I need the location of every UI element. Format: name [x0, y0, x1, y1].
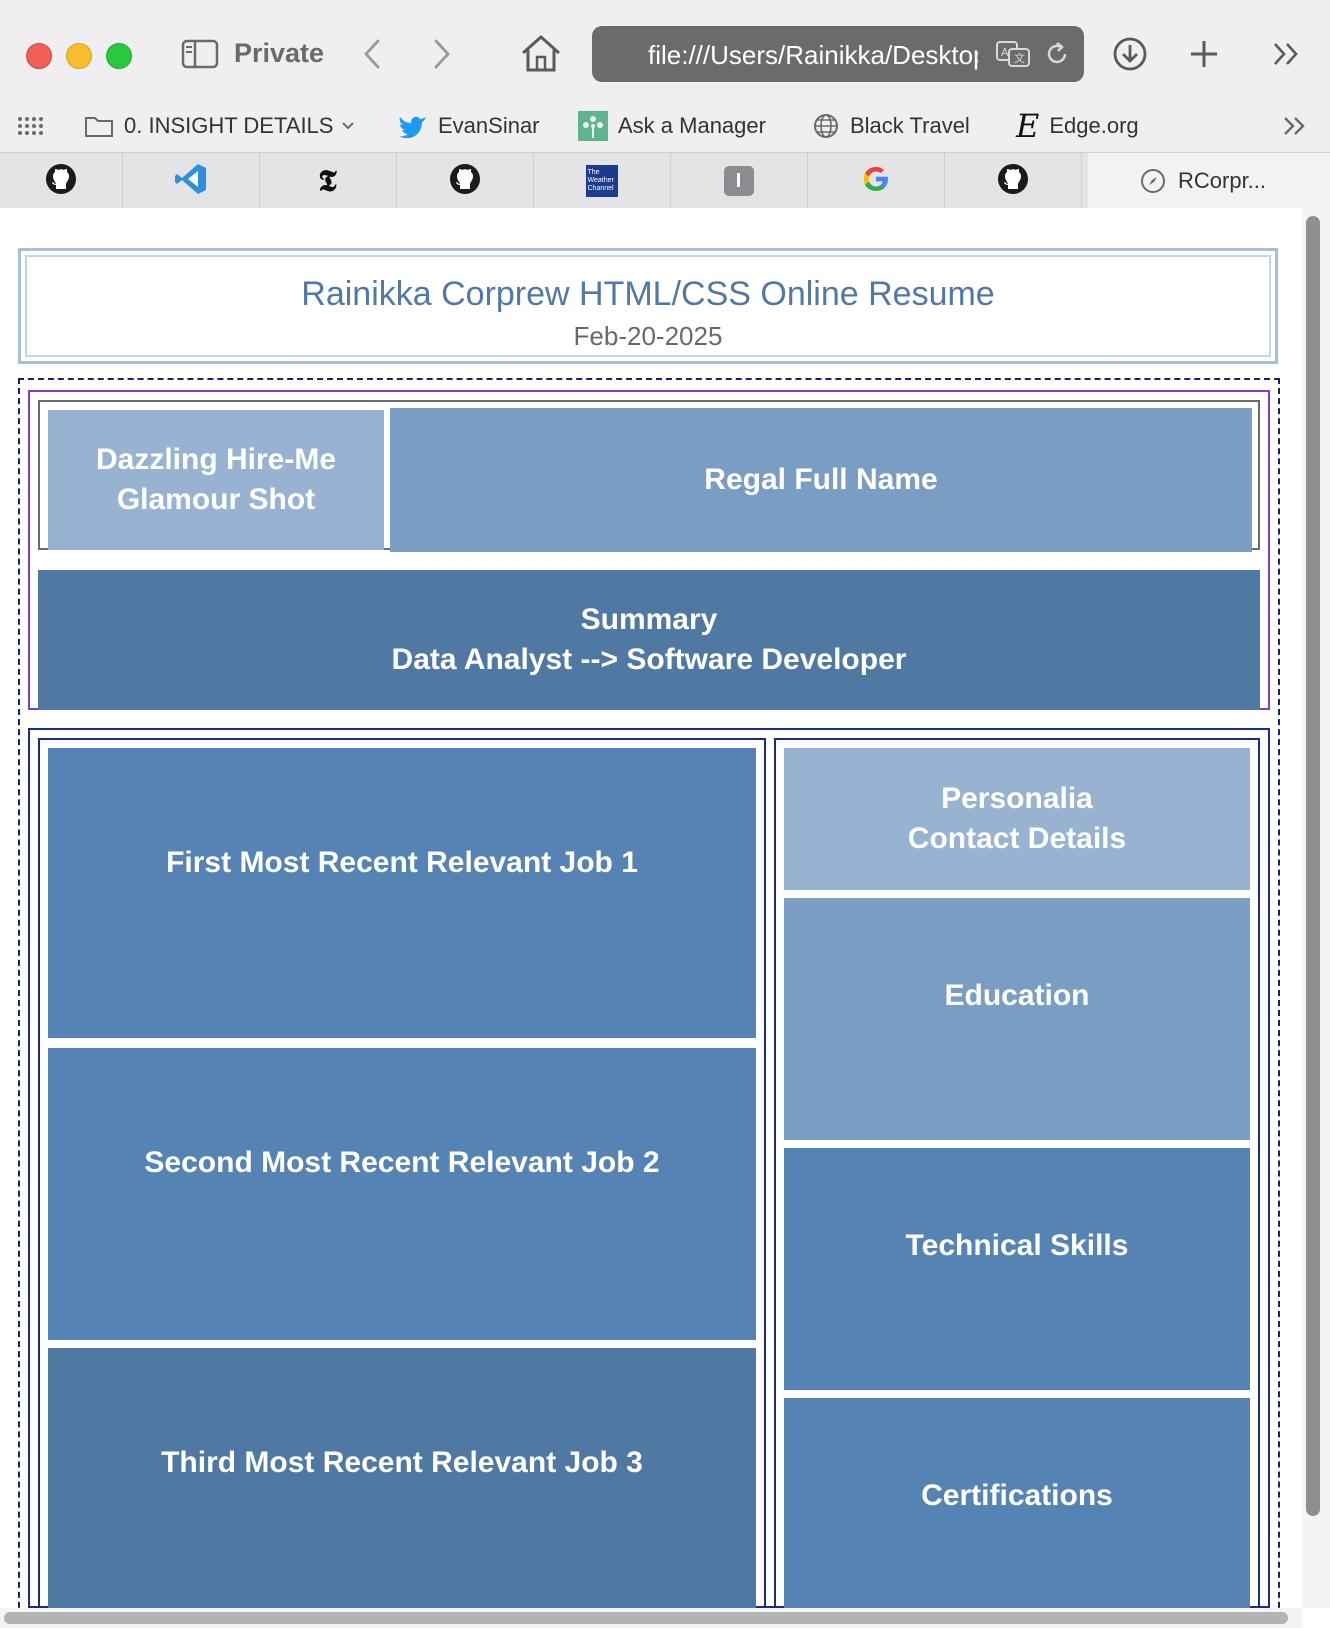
download-icon[interactable]: [1110, 34, 1150, 74]
github-icon: [449, 163, 481, 200]
tab-nytimes[interactable]: 𝕿: [259, 153, 397, 209]
job-title: Third Most Recent Relevant Job 3: [161, 1446, 643, 1479]
personalia-block: Personalia Contact Details: [784, 748, 1250, 890]
tab-github-2[interactable]: [396, 153, 534, 209]
job-title: First Most Recent Relevant Job 1: [166, 846, 638, 879]
sidebar-toggle-icon[interactable]: [180, 38, 220, 70]
apps-grid-icon[interactable]: [16, 106, 44, 146]
summary-subheading: Data Analyst --> Software Developer: [391, 643, 907, 676]
tab-label: RCorpr...: [1178, 168, 1267, 193]
chevron-down-icon: [341, 121, 355, 131]
weather-channel-icon: The Weather Channel: [585, 165, 618, 197]
glamour-shot-line1: Dazzling Hire-Me: [95, 443, 337, 476]
page-viewport: Rainikka Corprew HTML/CSS Online Resume …: [0, 208, 1302, 1608]
full-name-block: Regal Full Name: [390, 408, 1252, 552]
bookmarks-overflow-icon[interactable]: [1282, 106, 1308, 146]
bookmarks-bar: 0. INSIGHT DETAILS EvanSinar Ask a Manag…: [0, 98, 1330, 154]
bookmark-edge-org[interactable]: E Edge.org: [1016, 106, 1139, 146]
globe-icon: [812, 112, 840, 140]
summary-block: Summary Data Analyst --> Software Develo…: [38, 570, 1260, 710]
certifications-heading: Certifications: [921, 1479, 1113, 1512]
bookmark-evansinar[interactable]: EvanSinar: [398, 106, 540, 146]
glamour-shot-line2: Glamour Shot: [116, 483, 316, 516]
home-icon[interactable]: [518, 30, 564, 76]
forward-button[interactable]: [425, 36, 459, 72]
zoom-window-button[interactable]: [106, 43, 132, 69]
bookmark-ask-a-manager[interactable]: Ask a Manager: [578, 106, 766, 146]
resume-header: Rainikka Corprew HTML/CSS Online Resume …: [18, 248, 1278, 364]
instapaper-icon: I: [723, 166, 754, 196]
minimize-window-button[interactable]: [66, 43, 92, 69]
bookmark-label: 0. INSIGHT DETAILS: [124, 113, 334, 138]
horizontal-scrollbar-thumb[interactable]: [4, 1612, 1288, 1624]
page-title: Rainikka Corprew HTML/CSS Online Resume: [301, 275, 995, 313]
address-bar[interactable]: file:///Users/Rainikka/Desktop/RCorprew/…: [592, 26, 1084, 82]
full-name-label: Regal Full Name: [704, 463, 938, 496]
tab-instapaper[interactable]: I: [670, 153, 808, 209]
tab-github-1[interactable]: [0, 153, 123, 209]
tab-active-rcorprew[interactable]: RCorpr...: [1088, 153, 1330, 209]
browser-chrome: Private file:///Users/Rainikka/Desktop/R…: [0, 0, 1330, 210]
education-heading: Education: [944, 979, 1090, 1012]
certifications-block: Certifications: [784, 1398, 1250, 1608]
tab-google[interactable]: [807, 153, 945, 209]
summary-heading: Summary: [580, 603, 718, 636]
svg-text:A: A: [1001, 46, 1009, 59]
bookmark-label: Ask a Manager: [618, 113, 766, 138]
tab-github-3[interactable]: [944, 153, 1082, 209]
vscode-icon: [174, 162, 208, 201]
job-block-2: Second Most Recent Relevant Job 2: [48, 1048, 756, 1340]
askamanager-icon: [578, 111, 608, 141]
tab-vscode[interactable]: [122, 153, 260, 209]
tab-weather-channel[interactable]: The Weather Channel: [533, 153, 671, 209]
bookmark-folder-insight-details[interactable]: 0. INSIGHT DETAILS: [84, 106, 355, 146]
address-text: file:///Users/Rainikka/Desktop/RCorprew/…: [648, 40, 978, 70]
job-title: Second Most Recent Relevant Job 2: [144, 1146, 660, 1179]
new-tab-icon[interactable]: [1184, 34, 1224, 74]
resume-header-inner: Rainikka Corprew HTML/CSS Online Resume …: [25, 255, 1271, 357]
bookmark-label: Black Travel: [850, 113, 970, 138]
glamour-shot-block: Dazzling Hire-Me Glamour Shot: [48, 410, 384, 550]
close-window-button[interactable]: [26, 43, 52, 69]
job-block-1: First Most Recent Relevant Job 1: [48, 748, 756, 1038]
education-block: Education: [784, 898, 1250, 1140]
vertical-scrollbar-thumb[interactable]: [1306, 216, 1320, 1516]
page-date: Feb-20-2025: [573, 321, 723, 351]
back-button[interactable]: [355, 36, 389, 72]
toolbar-overflow-icon[interactable]: [1268, 36, 1304, 72]
private-mode-label: Private: [234, 38, 325, 68]
bookmark-label: EvanSinar: [438, 113, 540, 138]
technical-skills-heading: Technical Skills: [905, 1229, 1129, 1262]
personalia-heading: Personalia: [941, 782, 1093, 815]
bookmark-label: Edge.org: [1049, 113, 1139, 138]
nytimes-icon: 𝕿: [318, 163, 337, 199]
folder-icon: [84, 114, 114, 138]
twitter-icon: [398, 114, 428, 138]
google-icon: [861, 164, 891, 199]
translate-icon[interactable]: A文: [994, 38, 1034, 70]
personalia-subheading: Contact Details: [907, 822, 1127, 855]
edge-org-icon: E: [1016, 107, 1040, 145]
bookmark-black-travel[interactable]: Black Travel: [812, 106, 970, 146]
technical-skills-block: Technical Skills: [784, 1148, 1250, 1390]
compass-icon: [1140, 168, 1166, 194]
tab-strip: 𝕿 The Weather Channel I RCorpr...: [0, 152, 1330, 210]
github-icon: [997, 163, 1029, 200]
job-block-3: Third Most Recent Relevant Job 3: [48, 1348, 756, 1608]
reload-icon[interactable]: [1040, 38, 1074, 70]
title-bar: Private file:///Users/Rainikka/Desktop/R…: [0, 0, 1330, 98]
svg-text:文: 文: [1014, 51, 1025, 65]
github-icon: [45, 163, 77, 200]
